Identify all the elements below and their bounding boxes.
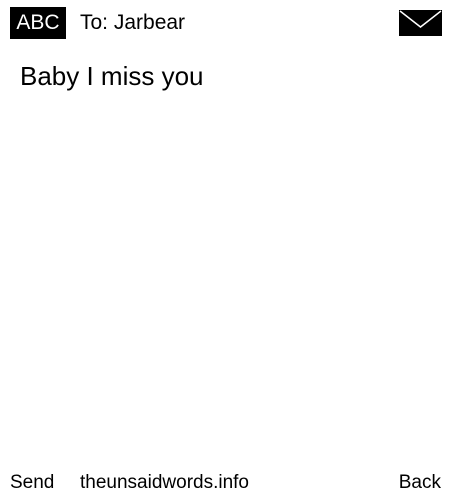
message-body[interactable]: Baby I miss you <box>20 60 430 92</box>
envelope-icon <box>399 10 442 36</box>
footer-site-text: theunsaidwords.info <box>80 472 249 493</box>
softkey-bar: Send theunsaidwords.info Back <box>0 470 450 498</box>
back-button[interactable]: Back <box>399 470 441 496</box>
phone-screen: ABC To: Jarbear Baby I miss you Send the… <box>0 0 450 500</box>
recipient-label: To: Jarbear <box>80 11 186 34</box>
send-button[interactable]: Send <box>10 470 54 496</box>
message-header: ABC To: Jarbear <box>0 0 450 48</box>
input-mode-badge[interactable]: ABC <box>10 7 66 39</box>
